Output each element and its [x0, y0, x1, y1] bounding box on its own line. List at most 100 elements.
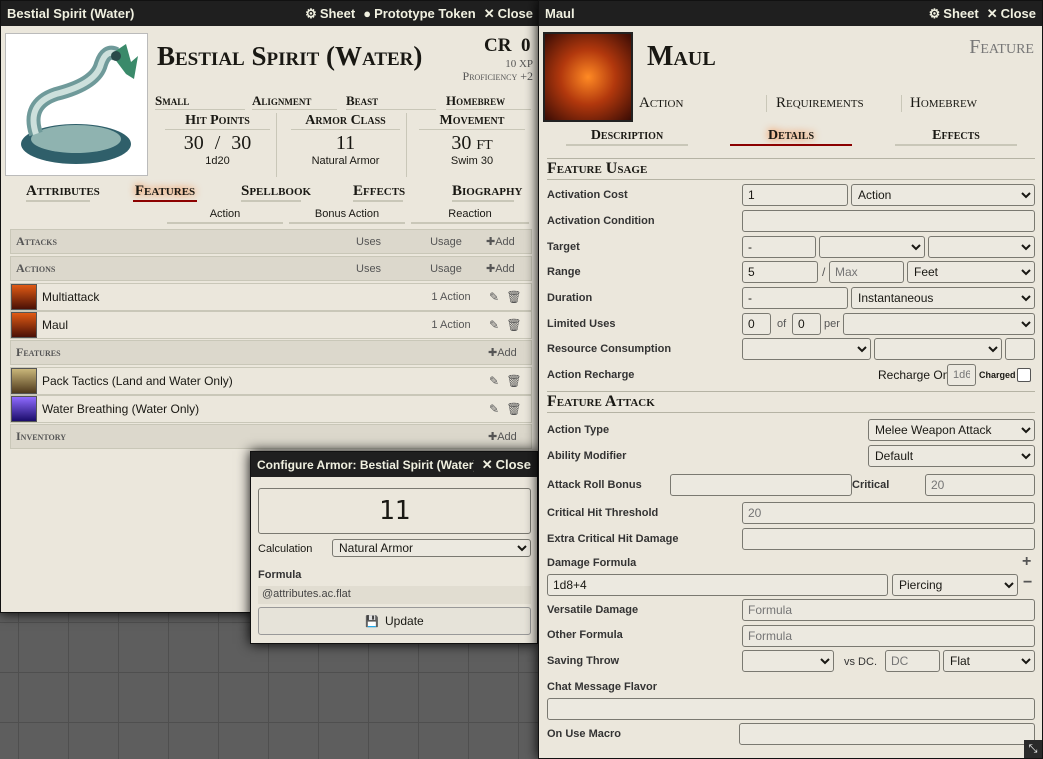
damage-type-select[interactable]: Piercing: [892, 574, 1018, 596]
uses-value-input[interactable]: [742, 313, 771, 335]
dc-mode-select[interactable]: Flat: [943, 650, 1035, 672]
tab-spellbook[interactable]: Spellbook: [241, 183, 311, 202]
item-image[interactable]: [543, 32, 633, 122]
actor-type[interactable]: Beast: [346, 93, 436, 110]
item-name[interactable]: Multiattack: [42, 290, 418, 304]
versatile-input[interactable]: [742, 599, 1035, 621]
damage-formula-input[interactable]: [547, 574, 888, 596]
uses-max-input[interactable]: [792, 313, 821, 335]
trash-icon[interactable]: 🗑: [504, 374, 524, 388]
recharge-input[interactable]: [947, 364, 976, 386]
actor-portrait[interactable]: [5, 33, 148, 176]
actor-name[interactable]: Bestial Spirit (Water): [157, 41, 422, 72]
item-requirements[interactable]: Requirements: [776, 95, 902, 112]
tab-features[interactable]: Features: [133, 183, 197, 202]
hp-current[interactable]: 30: [184, 132, 204, 154]
item-name[interactable]: Maul: [42, 318, 418, 332]
hp-max[interactable]: 30: [231, 132, 251, 154]
activation-cost-input[interactable]: [742, 184, 848, 206]
remove-damage-icon[interactable]: −: [1023, 574, 1032, 592]
list-item[interactable]: Pack Tactics (Land and Water Only) ✎ 🗑: [10, 367, 532, 395]
range-units-select[interactable]: Feet: [907, 261, 1035, 283]
range-max-input[interactable]: [829, 261, 904, 283]
edit-icon[interactable]: ✎: [484, 290, 504, 304]
activation-condition-input[interactable]: [742, 210, 1035, 232]
pack-tactics-icon[interactable]: [11, 368, 37, 394]
target-value-input[interactable]: [742, 236, 816, 258]
actor-size[interactable]: Small: [155, 93, 245, 110]
item-sheet-config-button[interactable]: ⚙ Sheet: [929, 6, 979, 22]
prototype-token-button[interactable]: ● Prototype Token: [363, 6, 475, 21]
resource-target-select[interactable]: [874, 338, 1002, 360]
list-item[interactable]: Maul 1 Action ✎ 🗑: [10, 311, 532, 339]
tab-description[interactable]: Description: [566, 128, 688, 146]
crit-threshold-input[interactable]: [742, 502, 1035, 524]
armor-class-block[interactable]: Armor Class 11 Natural Armor: [285, 113, 407, 177]
action-type-select[interactable]: Melee Weapon Attack: [868, 419, 1035, 441]
movement-block[interactable]: Movement 30 ft Swim 30: [413, 113, 531, 177]
filter-reaction[interactable]: Reaction: [411, 208, 529, 224]
item-name[interactable]: Water Breathing (Water Only): [42, 402, 484, 416]
edit-icon[interactable]: ✎: [484, 318, 504, 332]
multiattack-icon[interactable]: [11, 284, 37, 310]
actor-source[interactable]: Homebrew: [446, 93, 531, 110]
critical-input[interactable]: [925, 474, 1035, 496]
update-button[interactable]: 💾 Update: [258, 607, 531, 635]
actor-alignment[interactable]: Alignment: [252, 93, 337, 110]
ability-modifier-select[interactable]: Default: [868, 445, 1035, 467]
movement-unit: ft: [476, 132, 493, 154]
charged-checkbox[interactable]: [1017, 368, 1031, 382]
item-name[interactable]: Pack Tactics (Land and Water Only): [42, 374, 484, 388]
target-type-select[interactable]: [928, 236, 1035, 258]
maul-icon[interactable]: [11, 312, 37, 338]
resource-amount-input[interactable]: [1005, 338, 1035, 360]
activation-type-select[interactable]: Action: [851, 184, 1035, 206]
cr-value[interactable]: 0: [521, 35, 531, 56]
target-units-select[interactable]: [819, 236, 925, 258]
duration-units-select[interactable]: Instantaneous: [851, 287, 1035, 309]
tab-item-effects[interactable]: Effects: [895, 128, 1017, 146]
use-macro-input[interactable]: [739, 723, 1035, 745]
uses-per-select[interactable]: [843, 313, 1035, 335]
chat-flavor-input[interactable]: [547, 698, 1035, 720]
item-name[interactable]: Maul: [647, 41, 716, 73]
sheet-config-button[interactable]: ⚙ Sheet: [305, 6, 355, 22]
armor-config-dialog: Configure Armor: Bestial Spirit (Water) …: [250, 451, 538, 644]
filter-action[interactable]: Action: [167, 208, 283, 224]
attack-bonus-input[interactable]: [670, 474, 852, 496]
saving-throw-ability-select[interactable]: [742, 650, 834, 672]
tab-effects[interactable]: Effects: [353, 183, 405, 202]
calculation-select[interactable]: Natural Armor: [332, 539, 531, 557]
list-item[interactable]: Water Breathing (Water Only) ✎ 🗑: [10, 395, 532, 423]
item-close-button[interactable]: ✕ Close: [987, 6, 1036, 22]
add-feature-button[interactable]: ✚Add: [488, 346, 517, 359]
add-attack-button[interactable]: ✚Add: [486, 235, 515, 248]
dc-input[interactable]: [885, 650, 940, 672]
range-value-input[interactable]: [742, 261, 818, 283]
resource-type-select[interactable]: [742, 338, 871, 360]
edit-icon[interactable]: ✎: [484, 402, 504, 416]
add-action-button[interactable]: ✚Add: [486, 262, 515, 275]
edit-icon[interactable]: ✎: [484, 374, 504, 388]
armor-close-button[interactable]: ✕ Close: [482, 457, 531, 473]
add-inventory-button[interactable]: ✚Add: [488, 430, 517, 443]
trash-icon[interactable]: 🗑: [504, 290, 524, 304]
tab-attributes[interactable]: Attributes: [26, 183, 100, 202]
tab-biography[interactable]: Biography: [452, 183, 523, 202]
filter-bonus-action[interactable]: Bonus Action: [289, 208, 405, 224]
add-damage-icon[interactable]: +: [1022, 553, 1031, 571]
other-formula-input[interactable]: [742, 625, 1035, 647]
trash-icon[interactable]: 🗑: [504, 318, 524, 332]
trash-icon[interactable]: 🗑: [504, 402, 524, 416]
list-item[interactable]: Multiattack 1 Action ✎ 🗑: [10, 283, 532, 311]
actions-label: Actions: [16, 261, 56, 275]
extra-crit-input[interactable]: [742, 528, 1035, 550]
item-source[interactable]: Homebrew: [910, 95, 1030, 112]
duration-value-input[interactable]: [742, 287, 848, 309]
plus-icon: ✚: [486, 263, 496, 275]
resize-handle-icon[interactable]: ⤡: [1024, 740, 1042, 758]
hit-dice[interactable]: 1d20: [159, 155, 276, 167]
tab-details[interactable]: Details: [730, 128, 852, 146]
actor-close-button[interactable]: ✕ Close: [484, 6, 533, 22]
water-breathing-icon[interactable]: [11, 396, 37, 422]
